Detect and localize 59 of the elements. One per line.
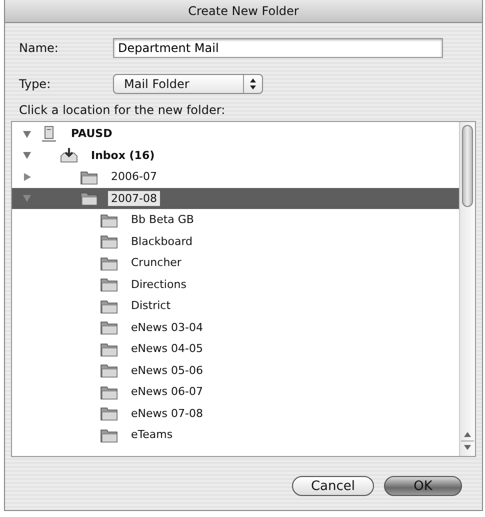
scrollbar[interactable]	[459, 122, 475, 456]
folder-icon	[100, 276, 118, 292]
folder-row[interactable]: Blackboard	[12, 230, 459, 252]
folder-icon	[100, 384, 118, 400]
folder-name: Directions	[130, 276, 188, 292]
folder-icon	[100, 233, 118, 250]
folder-name: eNews 05-06	[130, 362, 204, 378]
folder-row[interactable]: District	[12, 295, 459, 316]
disclosure-triangle-icon[interactable]	[22, 172, 32, 182]
folder-icon	[100, 405, 118, 422]
folder-row[interactable]: 2007-08	[12, 188, 459, 209]
folder-icon	[100, 340, 118, 357]
folder-row[interactable]: PAUSD	[12, 123, 459, 144]
folder-name: Cruncher	[130, 255, 182, 270]
server-icon	[40, 126, 58, 142]
disclosure-triangle-icon[interactable]	[22, 128, 32, 139]
folder-row[interactable]: Inbox (16)	[12, 144, 459, 166]
folder-name: Blackboard	[130, 234, 194, 249]
folder-name: District	[130, 298, 172, 314]
folder-icon	[100, 319, 118, 336]
folder-row[interactable]: eNews 07-08	[12, 402, 459, 424]
folder-name: eNews 07-08	[130, 406, 204, 421]
folder-name: eNews 03-04	[130, 320, 204, 335]
default-button[interactable]: OK	[384, 476, 462, 496]
type-label: Type:	[19, 77, 52, 91]
folder-name: Inbox (16)	[90, 148, 156, 163]
dialog-button[interactable]: Cancel	[292, 476, 374, 496]
name-label: Name:	[19, 41, 60, 55]
window-title: Create New Folder	[188, 4, 299, 18]
folder-row[interactable]: Directions	[12, 274, 459, 295]
folder-row[interactable]: eNews 05-06	[12, 360, 459, 381]
folder-icon	[80, 190, 98, 206]
folder-row[interactable]: Bb Beta GB	[12, 209, 459, 230]
folder-icon	[80, 168, 98, 185]
scroll-thumb[interactable]	[462, 125, 473, 207]
folder-name: Bb Beta GB	[130, 212, 195, 228]
folder-row[interactable]: eNews 03-04	[12, 316, 459, 338]
folder-icon	[100, 254, 118, 271]
type-dropdown[interactable]: Mail Folder	[113, 74, 263, 94]
folder-name: eNews 06-07	[130, 384, 204, 400]
disclosure-triangle-icon[interactable]	[22, 193, 32, 204]
folder-row[interactable]: eNews 04-05	[12, 338, 459, 360]
folder-icon	[100, 426, 118, 443]
disclosure-triangle-icon[interactable]	[22, 150, 32, 160]
folder-icon	[100, 298, 118, 314]
folder-name: eNews 04-05	[130, 341, 204, 356]
folder-row[interactable]: 2006-07	[12, 166, 459, 188]
folder-name: 2007-08	[108, 190, 160, 206]
folder-name: 2006-07	[110, 169, 158, 184]
folder-row[interactable]: eTeams	[12, 424, 459, 446]
folder-icon	[100, 212, 118, 228]
location-prompt: Click a location for the new folder:	[19, 103, 226, 117]
folder-row[interactable]: eNews 06-07	[12, 381, 459, 402]
folder-icon	[100, 362, 118, 378]
name-field[interactable]: Department Mail	[113, 38, 443, 58]
folder-name: PAUSD	[70, 126, 114, 142]
folder-name: eTeams	[130, 427, 174, 442]
folder-row[interactable]: Cruncher	[12, 252, 459, 274]
inbox-tray-icon	[60, 147, 78, 164]
